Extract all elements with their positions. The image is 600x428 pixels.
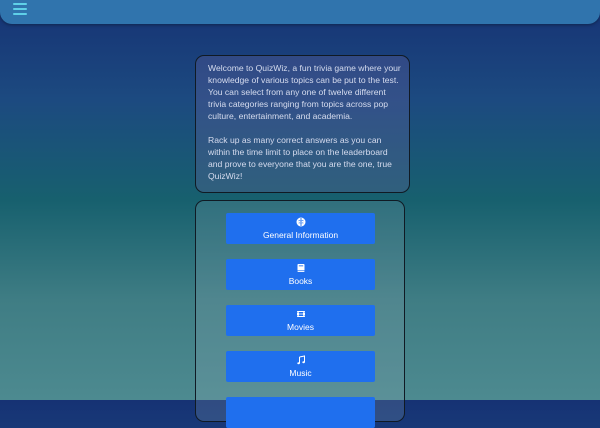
brain-icon [296,217,305,227]
film-icon [296,311,305,317]
category-label: Music [289,368,312,378]
hamburger-menu-icon[interactable] [13,2,27,16]
category-button-music[interactable]: Music [226,351,375,382]
book-icon [297,264,304,272]
category-button-partial[interactable] [226,397,375,428]
category-panel: General Information Books Movies Music [195,200,405,428]
category-button-books[interactable]: Books [226,259,375,290]
top-navbar [0,0,600,24]
category-label: Books [288,276,313,286]
welcome-paragraph: Welcome to QuizWiz, a fun trivia game wh… [208,63,401,121]
category-button-general-information[interactable]: General Information [226,213,375,244]
category-label: General Information [262,230,339,240]
music-note-icon [296,355,305,365]
category-button-movies[interactable]: Movies [226,305,375,336]
category-label: Movies [287,322,314,332]
instructions-paragraph: Rack up as many correct answers as you c… [208,135,392,181]
welcome-card: Welcome to QuizWiz, a fun trivia game wh… [195,55,410,193]
